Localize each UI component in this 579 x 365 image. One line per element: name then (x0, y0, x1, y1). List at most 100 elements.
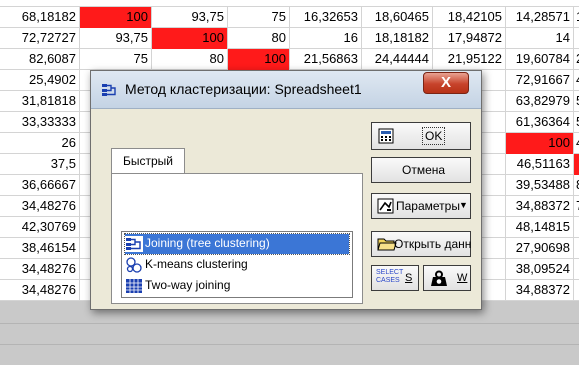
table-cell[interactable]: 100 (80, 7, 152, 28)
weight-button[interactable]: W (423, 265, 471, 291)
table-cell[interactable]: 2 (574, 49, 579, 70)
table-cell[interactable]: 80 (228, 28, 290, 49)
table-cell[interactable]: 34,88372 (506, 196, 574, 217)
table-cell[interactable]: 80 (152, 49, 228, 70)
weight-hotkey: W (457, 272, 468, 284)
table-cell[interactable]: 100 (152, 28, 228, 49)
table-cell[interactable] (574, 238, 579, 259)
open-data-button[interactable]: Открыть данн (371, 231, 471, 257)
table-cell[interactable]: 34,48276 (0, 259, 80, 280)
table-cell[interactable]: 4 (574, 70, 579, 91)
table-cell[interactable]: 34,48276 (0, 196, 80, 217)
tab-quick[interactable]: Быстрый (111, 148, 185, 174)
table-cell[interactable]: 100 (228, 49, 290, 70)
table-cell[interactable] (574, 154, 579, 175)
grid-line (0, 323, 579, 324)
table-cell[interactable]: 93,75 (152, 7, 228, 28)
table-cell[interactable]: 75 (80, 49, 152, 70)
table-cell[interactable]: 25,4902 (0, 70, 80, 91)
ok-button[interactable]: OK (371, 122, 471, 150)
table-cell[interactable]: 38,09524 (506, 259, 574, 280)
options-button[interactable]: Параметры ▼ (371, 193, 471, 219)
table-cell[interactable]: 82,6087 (0, 49, 80, 70)
table-cell[interactable]: 24,44444 (362, 49, 433, 70)
cancel-button[interactable]: Отмена (371, 157, 471, 183)
table-cell[interactable]: 75 (228, 7, 290, 28)
two-way-joining-icon (126, 278, 142, 293)
table-cell[interactable]: 72,72727 (0, 28, 80, 49)
table-cell[interactable]: 5 (574, 91, 579, 112)
tree-clustering-icon (102, 84, 116, 96)
select-cases-button[interactable]: SELECT CASES S (371, 265, 419, 291)
table-cell[interactable]: 8 (574, 175, 579, 196)
table-cell[interactable] (574, 280, 579, 301)
table-cell[interactable]: 61,36364 (506, 112, 574, 133)
table-cell[interactable]: 14,28571 (506, 7, 574, 28)
table-cell[interactable] (574, 28, 579, 49)
table-cell[interactable]: 21,95122 (433, 49, 506, 70)
table-row: 68,18182 100 93,75 75 16,32653 18,60465 18,421… (0, 7, 579, 28)
table-cell[interactable]: 31,81818 (0, 91, 80, 112)
table-cell[interactable] (574, 259, 579, 280)
empty-sheet-area (0, 301, 579, 365)
table-cell[interactable]: 63,82979 (506, 91, 574, 112)
clustering-method-dialog: Метод кластеризации: Spreadsheet1 X Быст… (90, 70, 482, 310)
list-item-label: K-means clustering (145, 257, 248, 271)
open-data-label: Открыть данн (394, 237, 472, 251)
table-cell[interactable]: 37,5 (0, 154, 80, 175)
ok-label: OK (422, 127, 446, 145)
kmeans-icon (126, 257, 142, 273)
tab-quick-label: Быстрый (123, 154, 173, 168)
select-cases-hotkey: S (405, 272, 413, 284)
list-item-kmeans[interactable]: K-means clustering (125, 255, 248, 275)
tree-clustering-icon (125, 235, 143, 252)
table-cell[interactable]: 1 (574, 7, 579, 28)
dialog-titlebar[interactable]: Метод кластеризации: Spreadsheet1 X (91, 71, 481, 109)
table-cell[interactable]: 18,18182 (362, 28, 433, 49)
list-item-label: Joining (tree clustering) (145, 236, 270, 250)
table-cell[interactable]: 17,94872 (433, 28, 506, 49)
table-cell[interactable]: 34,88372 (506, 280, 574, 301)
list-item-two-way[interactable]: Two-way joining (125, 276, 230, 296)
close-button[interactable]: X (423, 72, 469, 94)
table-cell[interactable]: 5 (574, 112, 579, 133)
grid-line (0, 344, 579, 345)
options-label: Параметры (396, 199, 460, 213)
calculator-icon (378, 128, 394, 144)
table-cell[interactable]: 33,33333 (0, 112, 80, 133)
select-cases-label: SELECT CASES (376, 269, 404, 284)
table-cell[interactable]: 16,32653 (290, 7, 362, 28)
table-cell[interactable]: 34,48276 (0, 280, 80, 301)
chevron-down-icon: ▼ (459, 200, 468, 210)
table-cell[interactable]: 18,42105 (433, 7, 506, 28)
table-cell[interactable]: 100 (506, 133, 574, 154)
table-cell[interactable]: 21,56863 (290, 49, 362, 70)
table-cell[interactable] (574, 217, 579, 238)
table-cell[interactable]: 39,53488 (506, 175, 574, 196)
list-item-joining[interactable]: Joining (tree clustering) (124, 233, 350, 255)
options-icon (377, 198, 394, 214)
table-cell[interactable]: 26 (0, 133, 80, 154)
close-icon: X (440, 74, 451, 91)
table-row: 72,72727 93,75 100 80 16 18,18182 17,94872 14 (0, 28, 579, 49)
table-row: 82,6087 75 80 100 21,56863 24,44444 21,95122 19… (0, 49, 579, 70)
table-cell[interactable]: 42,30769 (0, 217, 80, 238)
table-cell[interactable]: 18,60465 (362, 7, 433, 28)
table-cell[interactable]: 68,18182 (0, 7, 80, 28)
list-item-label: Two-way joining (145, 278, 231, 292)
table-cell[interactable]: 16 (290, 28, 362, 49)
table-cell[interactable]: 46,51163 (506, 154, 574, 175)
table-cell[interactable]: 72,91667 (506, 70, 574, 91)
table-cell[interactable]: 7 (574, 196, 579, 217)
table-cell[interactable]: 27,90698 (506, 238, 574, 259)
table-cell[interactable]: 93,75 (80, 28, 152, 49)
cancel-label: Отмена (402, 163, 446, 177)
table-cell[interactable]: 36,66667 (0, 175, 80, 196)
spreadsheet-header-strip (0, 0, 579, 7)
table-cell[interactable]: 14 (506, 28, 574, 49)
table-cell[interactable]: 48,14815 (506, 217, 574, 238)
method-list[interactable]: Joining (tree clustering) K-means cluste… (121, 231, 353, 298)
table-cell[interactable]: 19,60784 (506, 49, 574, 70)
table-cell[interactable]: 38,46154 (0, 238, 80, 259)
table-cell[interactable]: 4 (574, 133, 579, 154)
